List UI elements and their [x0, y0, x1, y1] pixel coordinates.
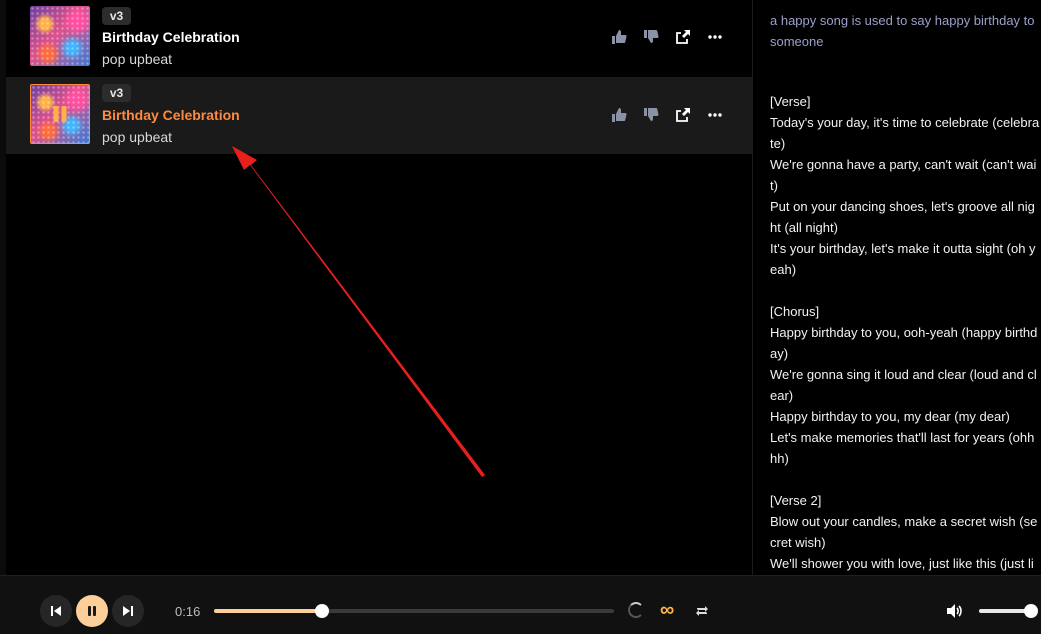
progress-fill	[214, 609, 322, 613]
share-icon[interactable]	[674, 28, 692, 46]
loading-spinner-icon	[628, 602, 644, 618]
more-icon[interactable]	[706, 106, 724, 124]
song-prompt: a happy song is used to say happy birthd…	[770, 13, 1035, 49]
song-cover[interactable]	[30, 84, 90, 144]
volume-slider[interactable]	[979, 604, 1038, 618]
player-bar: 0:16 ∞	[0, 575, 1041, 634]
song-title[interactable]: Birthday Celebration	[102, 29, 240, 45]
progress-knob[interactable]	[315, 604, 329, 618]
song-row-active[interactable]: v3 Birthday Celebration pop upbeat	[6, 77, 752, 154]
thumbs-down-icon[interactable]	[642, 28, 660, 46]
pause-icon[interactable]	[53, 106, 67, 122]
play-pause-button[interactable]	[76, 595, 108, 627]
repeat-icon[interactable]	[694, 603, 710, 619]
song-style: pop upbeat	[102, 51, 173, 67]
volume-knob[interactable]	[1024, 604, 1038, 618]
progress-slider[interactable]	[214, 604, 614, 618]
thumbs-down-icon[interactable]	[642, 106, 660, 124]
thumbs-up-icon[interactable]	[610, 106, 628, 124]
elapsed-time: 0:16	[175, 604, 201, 619]
song-details-panel: a happy song is used to say happy birthd…	[754, 0, 1041, 575]
skip-next-icon	[123, 606, 133, 616]
next-button[interactable]	[112, 595, 144, 627]
song-style: pop upbeat	[102, 129, 173, 145]
version-badge: v3	[102, 7, 131, 25]
song-list: v3 Birthday Celebration pop upbeat v3 Bi…	[0, 0, 753, 575]
share-icon[interactable]	[674, 106, 692, 124]
skip-previous-icon	[51, 606, 61, 616]
song-row[interactable]: v3 Birthday Celebration pop upbeat	[6, 0, 752, 77]
previous-button[interactable]	[40, 595, 72, 627]
volume-icon[interactable]	[946, 603, 964, 619]
more-icon[interactable]	[706, 28, 724, 46]
infinity-icon[interactable]: ∞	[660, 600, 674, 620]
pause-icon	[88, 606, 96, 616]
song-cover[interactable]	[30, 6, 90, 66]
song-title[interactable]: Birthday Celebration	[102, 107, 240, 123]
song-actions	[610, 106, 724, 124]
song-lyrics: [Verse] Today's your day, it's time to c…	[770, 94, 1040, 571]
version-badge: v3	[102, 84, 131, 102]
song-actions	[610, 28, 724, 46]
thumbs-up-icon[interactable]	[610, 28, 628, 46]
